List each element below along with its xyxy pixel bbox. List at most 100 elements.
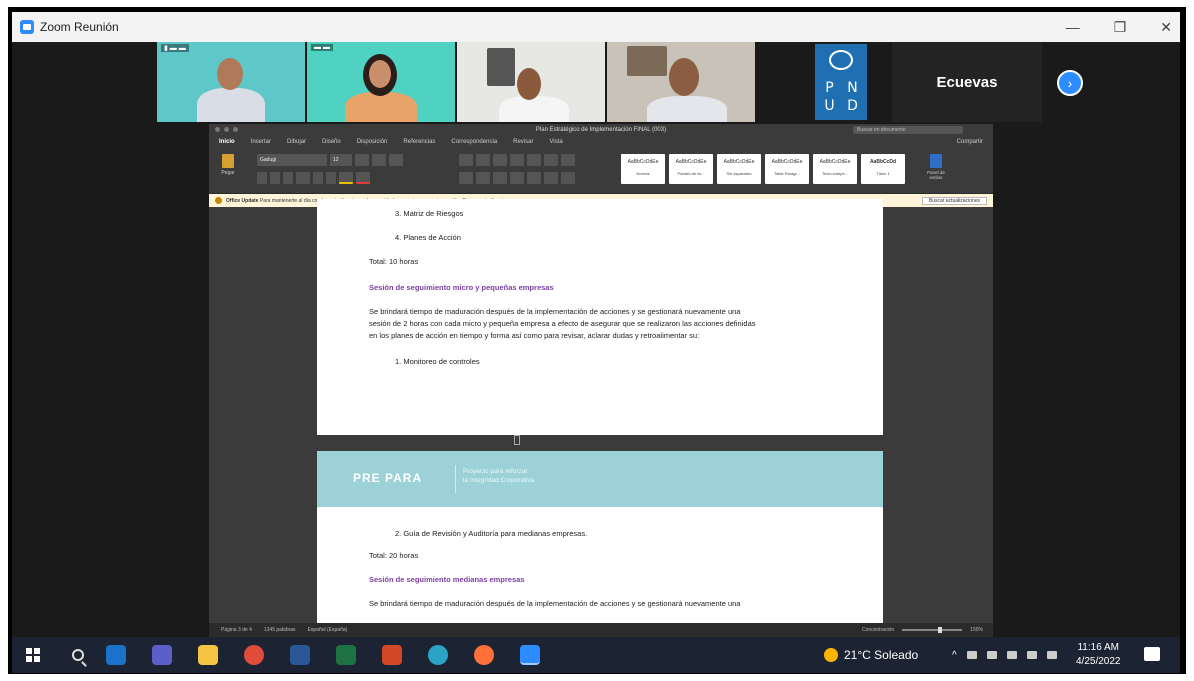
numbering-button[interactable] bbox=[476, 154, 490, 166]
highlight-button[interactable] bbox=[339, 172, 353, 184]
explorer-icon[interactable] bbox=[198, 645, 218, 665]
participant-body bbox=[345, 92, 417, 122]
minimize-button[interactable]: — bbox=[1066, 19, 1080, 35]
zoom-slider[interactable] bbox=[902, 627, 963, 633]
sort-button[interactable] bbox=[544, 154, 558, 166]
notification-icon[interactable] bbox=[1144, 647, 1160, 661]
language-indicator[interactable]: Español (España) bbox=[308, 627, 348, 633]
participant-tile-name-only[interactable]: Ecuevas bbox=[892, 42, 1042, 122]
outlook-icon[interactable] bbox=[106, 645, 126, 665]
zoom-app-icon[interactable] bbox=[520, 645, 540, 665]
restore-button[interactable]: ❐ bbox=[1114, 19, 1127, 36]
participant-tile-4[interactable] bbox=[607, 42, 755, 122]
shrink-font-button[interactable] bbox=[372, 154, 386, 166]
paste-button[interactable]: Pegar bbox=[217, 154, 239, 182]
font-size-select[interactable]: 12 bbox=[330, 154, 352, 166]
increase-indent-button[interactable] bbox=[527, 154, 541, 166]
focus-mode-button[interactable]: Concentración bbox=[862, 627, 894, 633]
chrome-icon[interactable] bbox=[244, 645, 264, 665]
style-no-spacing[interactable]: AaBbCcDdEe Sin espaciado bbox=[717, 154, 761, 184]
participant-tile-3[interactable] bbox=[457, 42, 605, 122]
network-icon[interactable] bbox=[1006, 651, 1017, 659]
tab-inicio[interactable]: Inicio bbox=[219, 139, 235, 145]
grow-font-button[interactable] bbox=[355, 154, 369, 166]
shading-button[interactable] bbox=[544, 172, 558, 184]
font-color-button[interactable] bbox=[356, 172, 370, 184]
style-heading-1[interactable]: AaBbCcDd Título 1 bbox=[861, 154, 905, 184]
tab-insertar[interactable]: Insertar bbox=[251, 139, 271, 145]
share-button[interactable]: Compartir bbox=[957, 139, 983, 145]
borders-button[interactable] bbox=[561, 172, 575, 184]
background-object bbox=[487, 48, 515, 86]
excel-icon[interactable] bbox=[336, 645, 356, 665]
tab-disposicion[interactable]: Disposición bbox=[357, 139, 388, 145]
style-body-text[interactable]: AaBbCcDdEe Texto indepe... bbox=[813, 154, 857, 184]
style-name: Texto indepe... bbox=[821, 171, 849, 176]
subscript-button[interactable] bbox=[313, 172, 323, 184]
undp-letter: D bbox=[847, 98, 858, 114]
close-button[interactable]: ✕ bbox=[1160, 19, 1172, 36]
tab-correspondencia[interactable]: Correspondencia bbox=[451, 139, 497, 145]
strikethrough-button[interactable] bbox=[296, 172, 310, 184]
style-list-paragraph[interactable]: AaBbCcDdEe Párrafo de lis... bbox=[669, 154, 713, 184]
weather-widget[interactable]: 21°C Soleado bbox=[824, 637, 918, 673]
list-item: 2. Guía de Revisión y Auditoría para med… bbox=[395, 529, 588, 538]
tab-revisar[interactable]: Revisar bbox=[513, 139, 533, 145]
edge-icon[interactable] bbox=[428, 645, 448, 665]
tab-diseno[interactable]: Diseño bbox=[322, 139, 341, 145]
tab-vista[interactable]: Vista bbox=[549, 139, 562, 145]
next-participants-button[interactable]: › bbox=[1057, 70, 1083, 96]
bold-button[interactable] bbox=[257, 172, 267, 184]
bullets-button[interactable] bbox=[459, 154, 473, 166]
tab-dibujar[interactable]: Dibujar bbox=[287, 139, 306, 145]
font-group: Gadugi 12 bbox=[257, 154, 417, 188]
usb-icon[interactable] bbox=[986, 651, 997, 659]
align-right-button[interactable] bbox=[493, 172, 507, 184]
word-count[interactable]: 1345 palabras bbox=[264, 627, 296, 633]
word-icon[interactable] bbox=[290, 645, 310, 665]
search-icon[interactable] bbox=[72, 649, 84, 661]
volume-icon[interactable] bbox=[1046, 651, 1057, 659]
document-search-input[interactable]: Buscar en documento bbox=[853, 126, 963, 134]
font-name-select[interactable]: Gadugi bbox=[257, 154, 327, 166]
multilevel-button[interactable] bbox=[493, 154, 507, 166]
styles-gallery: AaBbCcDdEe Normal AaBbCcDdEe Párrafo de li… bbox=[621, 154, 905, 184]
align-center-button[interactable] bbox=[476, 172, 490, 184]
align-left-button[interactable] bbox=[459, 172, 473, 184]
ribbon: Pegar Gadugi 12 AaBbCcDdEe Normal AaBbCc… bbox=[209, 148, 993, 194]
participant-tile-2[interactable]: ▬ ▬ bbox=[307, 42, 455, 122]
tab-referencias[interactable]: Referencias bbox=[403, 139, 435, 145]
participant-tile-undp[interactable]: P N U D bbox=[795, 42, 885, 122]
clear-format-button[interactable] bbox=[389, 154, 403, 166]
document-canvas[interactable]: 3. Matriz de Riesgos 4. Planes de Acción… bbox=[209, 199, 993, 637]
style-normal[interactable]: AaBbCcDdEe Normal bbox=[621, 154, 665, 184]
justify-button[interactable] bbox=[510, 172, 524, 184]
styles-pane-button[interactable]: Panel de estilos bbox=[921, 154, 951, 180]
tagline-line: Proyecto para reforzar bbox=[463, 468, 528, 475]
decrease-indent-button[interactable] bbox=[510, 154, 524, 166]
firefox-icon[interactable] bbox=[474, 645, 494, 665]
undp-letter: N bbox=[847, 80, 858, 96]
underline-button[interactable] bbox=[283, 172, 293, 184]
italic-button[interactable] bbox=[270, 172, 280, 184]
display-icon[interactable] bbox=[1026, 651, 1037, 659]
clock[interactable]: 11:16 AM 4/25/2022 bbox=[1076, 641, 1121, 669]
background-object bbox=[627, 46, 667, 76]
show-marks-button[interactable] bbox=[561, 154, 575, 166]
participant-name: Ecuevas bbox=[936, 73, 998, 91]
windows-start-icon[interactable] bbox=[26, 648, 40, 662]
check-updates-button[interactable]: Buscar actualizaciones bbox=[921, 196, 987, 205]
teams-icon[interactable] bbox=[152, 645, 172, 665]
superscript-button[interactable] bbox=[326, 172, 336, 184]
word-titlebar: Plan Estratégico de Implementación FINAL… bbox=[209, 124, 993, 136]
page-break-handle[interactable] bbox=[514, 435, 520, 445]
participant-tile-1[interactable]: ▮ ▬ ▬ bbox=[157, 42, 305, 122]
tagline-line: la Integridad Corporativa bbox=[463, 477, 535, 484]
style-table-paragraph[interactable]: AaBbCcDdEe Table Paragr... bbox=[765, 154, 809, 184]
line-spacing-button[interactable] bbox=[527, 172, 541, 184]
powerpoint-icon[interactable] bbox=[382, 645, 402, 665]
style-name: Párrafo de lis... bbox=[677, 171, 705, 176]
ribbon-tabs: Inicio Insertar Dibujar Diseño Disposici… bbox=[209, 136, 993, 148]
chevron-up-icon[interactable]: ^ bbox=[952, 650, 957, 661]
onedrive-icon[interactable] bbox=[966, 651, 977, 659]
